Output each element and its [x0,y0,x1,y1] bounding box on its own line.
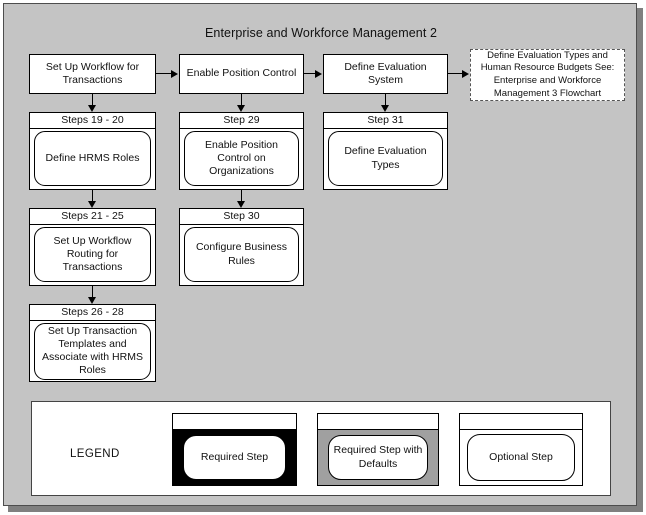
step-text-configure-business-rules: Configure Business Rules [184,227,299,282]
legend-title: LEGEND [70,448,120,460]
step-label-19-20: Steps 19 - 20 [30,113,155,129]
process-box-define-evaluation-system[interactable]: Define Evaluation System [323,54,448,94]
diagram-title: Enterprise and Workforce Management 2 [204,26,438,40]
step-text-workflow-routing: Set Up Workflow Routing for Transactions [34,227,151,282]
arrowhead-col1-step1 [88,105,96,112]
legend-required-label: Required Step [183,435,286,480]
arrowhead-col3-step1 [381,105,389,112]
diagram-frame: Enterprise and Workforce Management 2 Se… [3,3,637,506]
step-box-step-31[interactable]: Step 31 Define Evaluation Types [323,112,448,190]
step-text-define-hrms-roles: Define HRMS Roles [34,131,151,186]
arrowhead-col2-step1 [237,105,245,112]
step-label-26-28: Steps 26 - 28 [30,305,155,321]
step-body-wrap-31: Define Evaluation Types [324,129,447,189]
legend-required-header-strip [172,413,297,430]
connector-setup-to-position [156,73,172,74]
step-body-wrap-30: Configure Business Rules [180,225,303,285]
step-box-step-29[interactable]: Step 29 Enable Position Control on Organ… [179,112,304,190]
legend-item-required-step[interactable]: Required Step [172,413,297,486]
step-label-30: Step 30 [180,209,303,225]
arrowhead-setup-to-position [171,70,178,78]
step-box-steps-21-25[interactable]: Steps 21 - 25 Set Up Workflow Routing fo… [29,208,156,286]
arrowhead-position-to-evaluation [315,70,322,78]
step-label-31: Step 31 [324,113,447,129]
step-text-enable-position-control-orgs: Enable Position Control on Organizations [184,131,299,186]
arrowhead-col1-step3 [88,297,96,304]
legend-defaults-header-strip [317,413,439,430]
legend-defaults-label: Required Step with Defaults [328,435,428,480]
connector-evaluation-to-reference [448,73,463,74]
step-box-steps-26-28[interactable]: Steps 26 - 28 Set Up Transaction Templat… [29,304,156,382]
flowchart-canvas: Enterprise and Workforce Management 2 Se… [0,0,646,515]
process-box-setup-workflow[interactable]: Set Up Workflow for Transactions [29,54,156,94]
legend-optional-label: Optional Step [467,434,575,481]
process-box-enable-position-control[interactable]: Enable Position Control [179,54,304,94]
step-label-29: Step 29 [180,113,303,129]
legend-item-required-step-with-defaults[interactable]: Required Step with Defaults [317,413,439,486]
legend-optional-header-strip [459,413,583,430]
step-body-wrap-21-25: Set Up Workflow Routing for Transactions [30,225,155,285]
step-body-wrap-29: Enable Position Control on Organizations [180,129,303,189]
arrowhead-col2-step2 [237,201,245,208]
step-body-wrap-19-20: Define HRMS Roles [30,129,155,189]
step-text-transaction-templates: Set Up Transaction Templates and Associa… [34,323,151,380]
step-label-21-25: Steps 21 - 25 [30,209,155,225]
legend-panel: LEGEND Required Step Required Step with … [31,401,611,496]
step-body-wrap-26-28: Set Up Transaction Templates and Associa… [30,321,155,383]
arrowhead-evaluation-to-reference [462,70,469,78]
step-box-step-30[interactable]: Step 30 Configure Business Rules [179,208,304,286]
step-box-steps-19-20[interactable]: Steps 19 - 20 Define HRMS Roles [29,112,156,190]
reference-box-evaluation-types-budgets[interactable]: Define Evaluation Types and Human Resour… [470,49,625,101]
legend-item-optional-step[interactable]: Optional Step [459,413,583,486]
step-text-define-evaluation-types: Define Evaluation Types [328,131,443,186]
arrowhead-col1-step2 [88,201,96,208]
